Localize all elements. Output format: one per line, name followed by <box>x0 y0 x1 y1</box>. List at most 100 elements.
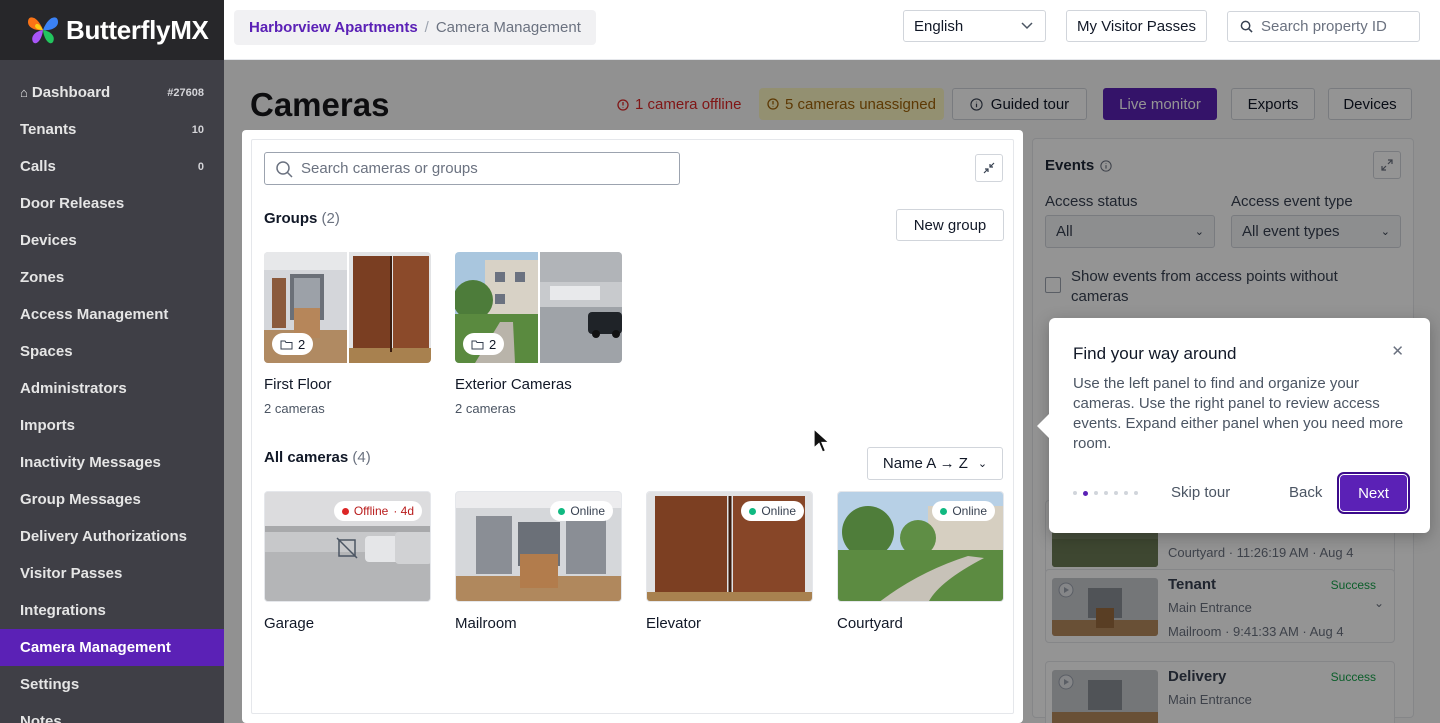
camera-status-badge: Online <box>550 501 613 521</box>
sort-select[interactable]: Name A → Z ⌄ <box>867 447 1003 480</box>
camera-thumbnail: Online <box>837 491 1004 602</box>
camera-thumbnail: Offline · 4d <box>264 491 431 602</box>
group-camera-count: 2 <box>272 333 314 355</box>
group-card-exterior-cameras[interactable]: 2 Exterior Cameras 2 cameras <box>455 252 622 416</box>
language-select[interactable]: English <box>903 10 1046 42</box>
sidebar-item-label-wrap: Imports <box>20 417 75 434</box>
home-icon: ⌂ <box>20 85 28 100</box>
tour-body: Use the left panel to find and organize … <box>1073 375 1404 452</box>
folder-icon <box>471 340 484 349</box>
sidebar-item-tenants[interactable]: Tenants 10 <box>0 111 224 148</box>
status-dot <box>940 507 948 515</box>
sidebar-item-spaces[interactable]: Spaces <box>0 333 224 370</box>
sidebar-item-camera-management[interactable]: Camera Management <box>0 629 224 666</box>
sidebar-item-label: Camera Management <box>20 639 171 656</box>
sidebar-item-integrations[interactable]: Integrations <box>0 592 224 629</box>
sidebar-item-label-wrap: Inactivity Messages <box>20 454 161 471</box>
status-dot <box>749 507 757 515</box>
sidebar-item-label-wrap: Settings <box>20 676 79 693</box>
tour-step-dot <box>1094 491 1098 495</box>
sidebar-item-badge: 10 <box>191 123 204 136</box>
group-count-value: 2 <box>489 336 497 352</box>
close-icon[interactable]: ✕ <box>1391 342 1404 360</box>
groups-label: Groups <box>264 210 318 227</box>
mouse-cursor-icon <box>813 428 831 453</box>
sidebar-item-inactivity-messages[interactable]: Inactivity Messages <box>0 444 224 481</box>
skip-tour-button[interactable]: Skip tour <box>1171 484 1230 501</box>
camera-name: Courtyard <box>837 615 903 632</box>
sidebar-item-dashboard[interactable]: ⌂ Dashboard #27608 <box>0 74 224 111</box>
my-visitor-passes-button[interactable]: My Visitor Passes <box>1066 10 1207 42</box>
tour-popover-arrow <box>1037 414 1049 438</box>
sidebar-item-label-wrap: Notes <box>20 713 62 723</box>
camera-panel: Search cameras or groups Groups (2) New … <box>251 139 1014 714</box>
sidebar-item-label: Dashboard <box>31 84 111 101</box>
sidebar-item-label: Access Management <box>20 306 169 323</box>
sidebar-item-visitor-passes[interactable]: Visitor Passes <box>0 555 224 592</box>
all-cameras-count: (4) <box>352 449 371 466</box>
collapse-icon <box>983 162 995 174</box>
sidebar-item-label-wrap: Group Messages <box>20 491 141 508</box>
chevron-down-icon: ⌄ <box>977 458 988 470</box>
sidebar-item-badge: #27608 <box>167 86 204 99</box>
camera-panel-highlight: Search cameras or groups Groups (2) New … <box>242 130 1023 723</box>
camera-name: Elevator <box>646 615 702 632</box>
status-dot <box>341 507 349 515</box>
sidebar-item-label-wrap: Delivery Authorizations <box>20 528 187 545</box>
sidebar-item-label: Spaces <box>20 343 73 360</box>
group-count-value: 2 <box>298 336 306 352</box>
sidebar-item-settings[interactable]: Settings <box>0 666 224 703</box>
sidebar-item-delivery-authorizations[interactable]: Delivery Authorizations <box>0 518 224 555</box>
brand-logo[interactable]: ButterflyMX <box>0 0 224 60</box>
sidebar-item-group-messages[interactable]: Group Messages <box>0 481 224 518</box>
sidebar-item-door-releases[interactable]: Door Releases <box>0 185 224 222</box>
camera-search-input[interactable]: Search cameras or groups <box>264 152 680 185</box>
tour-step-dot <box>1124 491 1128 495</box>
sidebar-item-label: Zones <box>20 269 65 286</box>
sidebar-item-label: Administrators <box>20 380 127 397</box>
camera-thumbnail: Online <box>646 491 813 602</box>
sidebar-item-administrators[interactable]: Administrators <box>0 370 224 407</box>
sidebar-item-notes[interactable]: Notes <box>0 703 224 723</box>
sidebar-item-label-wrap: Integrations <box>20 602 106 619</box>
camera-status-text: Online <box>761 504 796 518</box>
sidebar-item-label-wrap: Spaces <box>20 343 73 360</box>
sidebar-item-label-wrap: Visitor Passes <box>20 565 122 582</box>
breadcrumb-property-link[interactable]: Harborview Apartments <box>249 19 418 36</box>
back-button[interactable]: Back <box>1289 484 1322 501</box>
sidebar-item-calls[interactable]: Calls 0 <box>0 148 224 185</box>
camera-tile-mailroom[interactable]: Online Mailroom <box>455 491 622 632</box>
sidebar-item-access-management[interactable]: Access Management <box>0 296 224 333</box>
camera-tile-elevator[interactable]: Online Elevator <box>646 491 813 632</box>
all-cameras-heading: All cameras (4) <box>264 449 371 466</box>
groups-heading: Groups (2) <box>264 210 340 227</box>
sidebar-item-label: Calls <box>20 158 56 175</box>
camera-thumbnail: Online <box>455 491 622 602</box>
sidebar-item-devices[interactable]: Devices <box>0 222 224 259</box>
collapse-panel-button[interactable] <box>975 154 1003 182</box>
next-button[interactable]: Next <box>1337 472 1410 514</box>
camera-name: Garage <box>264 615 315 632</box>
language-value: English <box>914 17 964 35</box>
property-search-input[interactable]: Search property ID <box>1227 11 1420 42</box>
sidebar-item-label: Group Messages <box>20 491 141 508</box>
tour-title: Find your way around <box>1073 344 1237 363</box>
tour-step-dot <box>1083 491 1088 496</box>
camera-tile-garage[interactable]: Offline · 4d Garage <box>264 491 431 632</box>
group-card-first-floor[interactable]: 2 First Floor 2 cameras <box>264 252 431 416</box>
new-group-button[interactable]: New group <box>896 209 1004 241</box>
sidebar-item-label-wrap: Camera Management <box>20 639 171 656</box>
camera-tile-courtyard[interactable]: Online Courtyard <box>837 491 1004 632</box>
camera-status-text: Online <box>570 504 605 518</box>
camera-name: Mailroom <box>455 615 517 632</box>
sidebar-item-label-wrap: Devices <box>20 232 77 249</box>
breadcrumb-current: Camera Management <box>435 19 581 36</box>
tour-step-dot <box>1134 491 1138 495</box>
sidebar-item-imports[interactable]: Imports <box>0 407 224 444</box>
group-name: First Floor <box>264 376 332 393</box>
sidebar-item-label: Notes <box>20 713 62 723</box>
group-thumbnails: 2 <box>264 252 431 363</box>
camera-status-age: · 4d <box>393 504 414 518</box>
sidebar-item-zones[interactable]: Zones <box>0 259 224 296</box>
sidebar-item-label: Settings <box>20 676 80 693</box>
